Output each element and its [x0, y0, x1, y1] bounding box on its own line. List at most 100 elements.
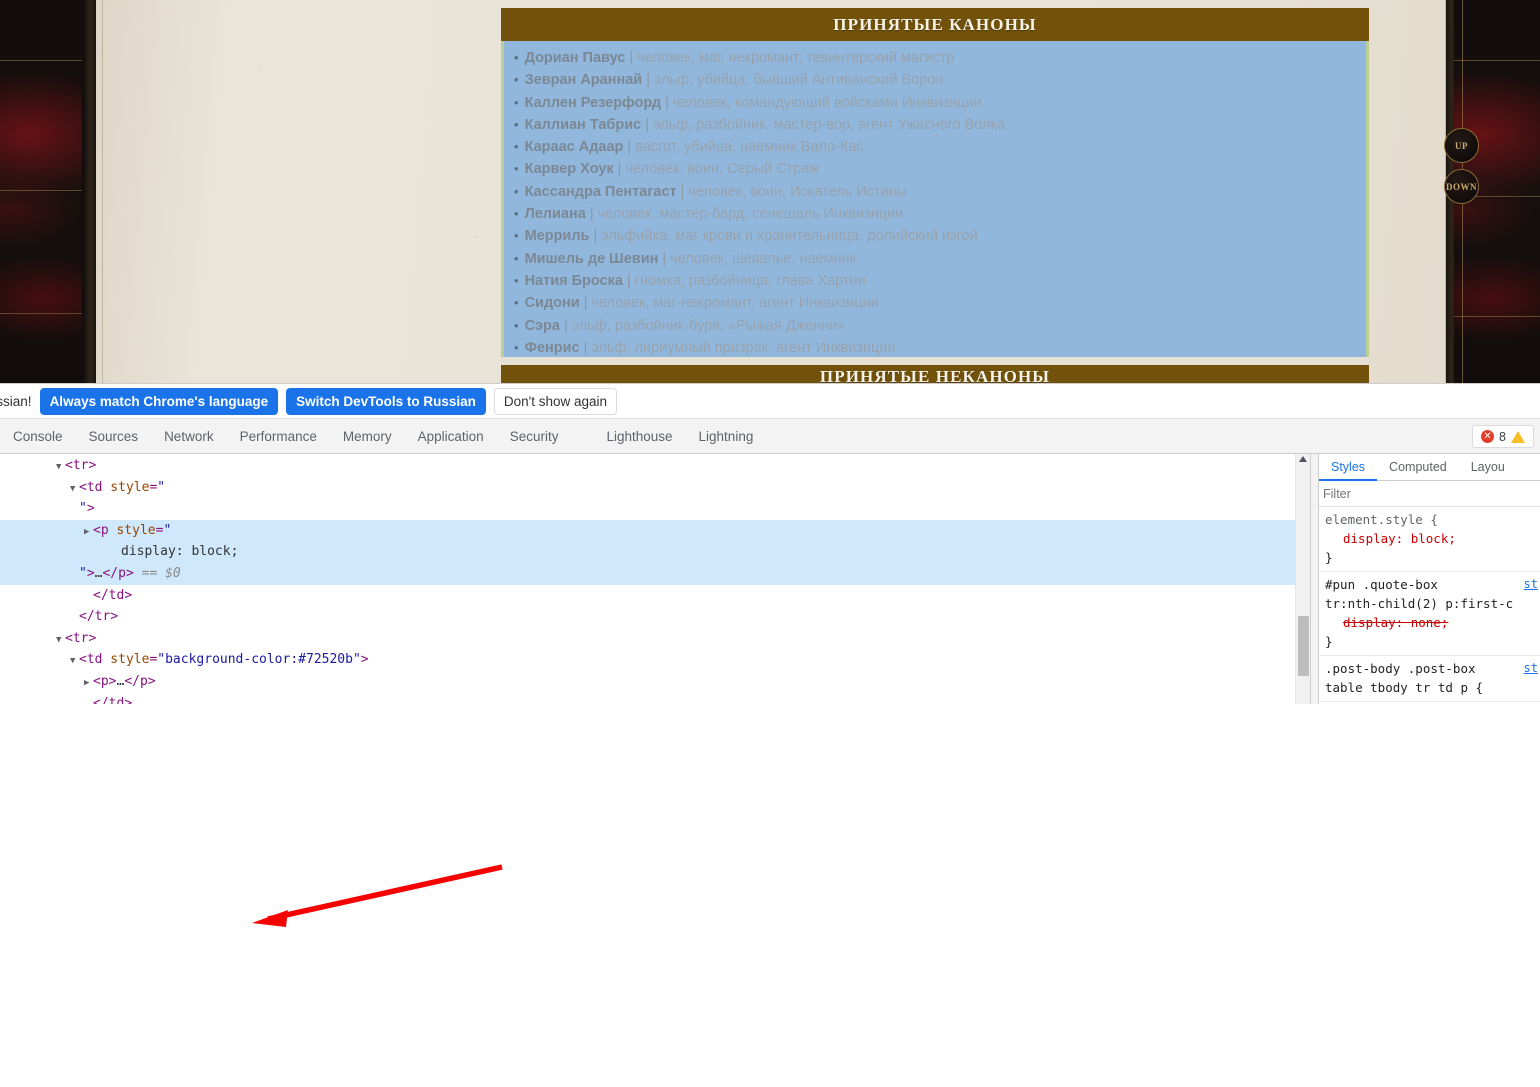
twisty-expanded-icon[interactable]: ▼	[70, 651, 79, 673]
scroll-up-button[interactable]: UP	[1444, 128, 1479, 163]
list-item: • Мерриль | эльфийка, маг крови и хранитель…	[514, 225, 1366, 247]
dom-tree-line[interactable]: ▶ <p>…</p>	[0, 671, 1310, 693]
styles-tab-styles[interactable]: Styles	[1319, 454, 1378, 481]
twisty-expanded-icon[interactable]: ▼	[56, 457, 65, 479]
dom-token: td	[108, 587, 125, 603]
bullet-icon: •	[514, 72, 519, 88]
twisty-expanded-icon[interactable]: ▼	[56, 630, 65, 652]
panes-splitter[interactable]	[1310, 454, 1319, 704]
bullet-icon: •	[514, 206, 519, 222]
nav-stem-bottom	[1462, 204, 1463, 383]
dom-token: >	[360, 652, 369, 668]
dom-token: p	[100, 522, 109, 538]
separator: |	[646, 72, 651, 89]
bullet-icon: •	[514, 50, 519, 65]
dom-tree-line[interactable]: ▼ <tr>	[0, 628, 1310, 650]
nav-stem-top	[1462, 0, 1463, 128]
bullet-icon: •	[514, 295, 519, 311]
css-property[interactable]: display: block;	[1325, 529, 1456, 548]
tab-performance[interactable]: Performance	[227, 419, 330, 454]
dom-token: </	[79, 609, 95, 625]
twisty-expanded-icon[interactable]: ▼	[70, 479, 79, 501]
tab-memory[interactable]: Memory	[330, 419, 405, 454]
dom-tree-line[interactable]: ▶ <p style="	[0, 519, 1310, 544]
tab-network[interactable]: Network	[151, 419, 227, 454]
character-name: Мерриль	[524, 228, 590, 245]
switch-devtools-to-russian-button[interactable]: Switch DevTools to Russian	[286, 387, 486, 415]
dom-tree-line[interactable]: ▼ <td style="background-color:#72520b">	[0, 649, 1310, 671]
list-item: • Зевран Араннай | эльф, убийца, бывший Ант…	[514, 69, 1366, 91]
css-rule[interactable]: #pun .quote-box st tr:nth-child(2) p:first…	[1319, 572, 1540, 656]
dom-tree-line[interactable]: </td>	[0, 693, 1310, 704]
styles-tab-computed[interactable]: Computed	[1377, 454, 1459, 481]
tab-sources[interactable]: Sources	[76, 419, 152, 454]
scroll-up-arrow-icon[interactable]	[1299, 456, 1307, 462]
character-name: Зевран Араннай	[524, 72, 643, 89]
dom-token: <	[79, 652, 87, 668]
bullet-icon: •	[514, 339, 519, 355]
character-description: гномка, разбойница, глава Хартии	[634, 272, 866, 289]
character-description: человек, командующий войсками Инквизиции	[672, 94, 982, 111]
dom-token: >	[110, 609, 119, 625]
twisty-collapsed-icon[interactable]: ▶	[84, 673, 93, 695]
twisty-collapsed-icon[interactable]: ▶	[84, 522, 93, 544]
dom-token: >	[86, 501, 95, 517]
dom-token: "	[157, 479, 166, 495]
css-declaration[interactable]: display: block;	[1325, 529, 1540, 548]
character-description: человек, воин, Искатель Истины	[688, 183, 908, 200]
dom-tree-line[interactable]: ▼ <td style="	[0, 477, 1310, 499]
tab-lighthouse[interactable]: Lighthouse	[593, 419, 685, 454]
scroll-down-button[interactable]: DOWN	[1444, 169, 1479, 204]
dom-tree-line[interactable]: </td>	[0, 585, 1310, 607]
dom-tree-line[interactable]: ">	[0, 498, 1310, 520]
styles-filter-row[interactable]	[1319, 481, 1540, 507]
issues-counter[interactable]: ✕ 8	[1472, 425, 1534, 448]
tab-application[interactable]: Application	[405, 419, 497, 454]
dom-tree-line[interactable]: display: block;	[0, 541, 1310, 563]
dom-token: <	[65, 458, 73, 473]
dom-token: style	[108, 522, 156, 538]
dom-tree-line[interactable]: ">…</p> == $0	[0, 562, 1310, 585]
css-source-link[interactable]: st	[1524, 659, 1538, 678]
tab-lightning[interactable]: Lightning	[686, 419, 767, 454]
tab-security[interactable]: Security	[497, 419, 572, 454]
character-name: Мишель де Шевин	[524, 250, 659, 267]
list-item: • Мишель де Шевин | человек, шевалье, наемн…	[514, 248, 1366, 270]
always-match-chrome-language-button[interactable]: Always match Chrome's language	[39, 387, 279, 415]
css-rule[interactable]: .post-body .post-box st table tbody tr td …	[1319, 656, 1540, 702]
dom-tree-line[interactable]: </tr>	[0, 606, 1310, 628]
dom-tree-scrollbar[interactable]	[1295, 454, 1310, 704]
character-name: Карвер Хоук	[524, 161, 614, 178]
css-source-link[interactable]: st	[1524, 575, 1538, 594]
styles-filter-input[interactable]	[1323, 483, 1536, 504]
browser-page-viewport: UP DOWN ПРИНЯТЫЕ КАНОНЫ • Дориан Павус | че…	[0, 0, 1540, 383]
bullet-icon: •	[514, 250, 519, 266]
css-declaration[interactable]: display: none;	[1325, 613, 1540, 632]
css-rule[interactable]: element.style {display: block;}	[1319, 507, 1540, 572]
dom-token: p	[100, 673, 109, 689]
css-property[interactable]: display: none;	[1325, 613, 1448, 632]
list-item: • Сидони | человек, маг-некромант, агент Ин…	[514, 292, 1366, 314]
separator: |	[665, 94, 669, 111]
accepted-canons-list: • Дориан Павус | человек, маг, некромант, т…	[501, 41, 1369, 383]
dom-token: tr	[72, 630, 89, 646]
bullet-icon: •	[514, 228, 519, 244]
dom-token: <	[79, 479, 87, 495]
character-description: человек, мастер-бард, сенешаль Инквизици…	[597, 206, 904, 223]
dom-tree-pane[interactable]: ▼ <tr> ▼ <td style=" "> ▶ <p style=" display:…	[0, 454, 1310, 704]
list-item: • Кассандра Пентагаст | человек, воин, Иска…	[514, 181, 1366, 203]
character-description: эльф, лириумный призрак, агент Инквизици…	[591, 339, 896, 356]
dont-show-again-button[interactable]: Don't show again	[493, 387, 618, 415]
notification-message: ble in Russian!	[0, 393, 32, 409]
dom-tree-line[interactable]: ▼ <tr>	[0, 455, 1310, 477]
bullet-icon: •	[514, 94, 519, 110]
character-description: человек, воин, Серый Страж	[625, 161, 820, 178]
bullet-icon: •	[514, 161, 519, 177]
accepted-canons-header: ПРИНЯТЫЕ КАНОНЫ	[501, 8, 1369, 41]
tab-console[interactable]: Console	[0, 419, 76, 454]
error-count: 8	[1499, 429, 1506, 444]
styles-tab-layou[interactable]: Layou	[1459, 454, 1517, 481]
character-description: человек, маг, некромант, тевинтерский ма…	[637, 50, 955, 66]
box-gap	[501, 357, 1369, 365]
scrollbar-thumb[interactable]	[1298, 616, 1309, 676]
